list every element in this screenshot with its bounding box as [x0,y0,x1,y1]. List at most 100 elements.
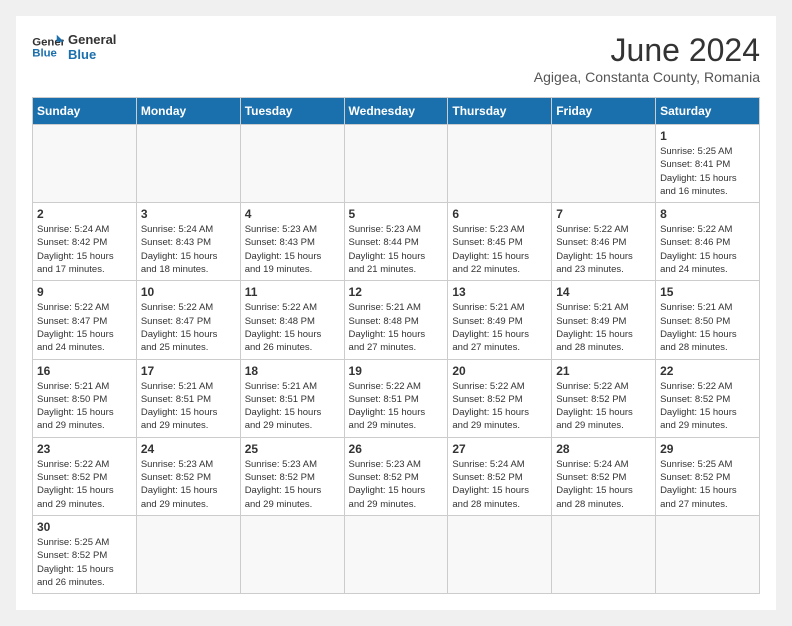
day-info: Sunrise: 5:24 AM Sunset: 8:43 PM Dayligh… [141,223,236,276]
calendar-cell: 20Sunrise: 5:22 AM Sunset: 8:52 PM Dayli… [448,359,552,437]
week-row-0: 1Sunrise: 5:25 AM Sunset: 8:41 PM Daylig… [33,125,760,203]
day-info: Sunrise: 5:25 AM Sunset: 8:52 PM Dayligh… [660,458,755,511]
calendar-cell: 6Sunrise: 5:23 AM Sunset: 8:45 PM Daylig… [448,203,552,281]
weekday-header-tuesday: Tuesday [240,98,344,125]
calendar-cell: 9Sunrise: 5:22 AM Sunset: 8:47 PM Daylig… [33,281,137,359]
day-number: 24 [141,442,236,456]
day-info: Sunrise: 5:21 AM Sunset: 8:51 PM Dayligh… [141,380,236,433]
header: General Blue General Blue June 2024 Agig… [32,32,760,85]
calendar-cell: 25 Sunrise: 5:23 AM Sunset: 8:52 PM Dayli… [240,437,344,515]
day-info: Sunrise: 5:21 AM Sunset: 8:49 PM Dayligh… [556,301,651,354]
calendar-cell: 1Sunrise: 5:25 AM Sunset: 8:41 PM Daylig… [656,125,760,203]
location-subtitle: Agigea, Constanta County, Romania [534,69,760,85]
calendar-cell: 22Sunrise: 5:22 AM Sunset: 8:52 PM Dayli… [656,359,760,437]
calendar-cell [656,515,760,593]
week-row-2: 9Sunrise: 5:22 AM Sunset: 8:47 PM Daylig… [33,281,760,359]
logo: General Blue General Blue [32,32,116,62]
day-info: Sunrise: 5:23 AM Sunset: 8:44 PM Dayligh… [349,223,444,276]
calendar-cell [448,515,552,593]
calendar-cell [448,125,552,203]
calendar-cell: 28 Sunrise: 5:24 AM Sunset: 8:52 PM Dayli… [552,437,656,515]
title-block: June 2024 Agigea, Constanta County, Roma… [534,32,760,85]
calendar-cell: 21Sunrise: 5:22 AM Sunset: 8:52 PM Dayli… [552,359,656,437]
day-info: Sunrise: 5:21 AM Sunset: 8:50 PM Dayligh… [37,380,132,433]
day-number: 16 [37,364,132,378]
day-info: Sunrise: 5:22 AM Sunset: 8:52 PM Dayligh… [452,380,547,433]
day-info: Sunrise: 5:22 AM Sunset: 8:47 PM Dayligh… [37,301,132,354]
day-number: 2 [37,207,132,221]
calendar-cell: 23 Sunrise: 5:22 AM Sunset: 8:52 PM Dayli… [33,437,137,515]
calendar-cell: 26Sunrise: 5:23 AM Sunset: 8:52 PM Dayli… [344,437,448,515]
day-number: 1 [660,129,755,143]
week-row-1: 2 Sunrise: 5:24 AM Sunset: 8:42 PM Daylig… [33,203,760,281]
calendar-cell: 17Sunrise: 5:21 AM Sunset: 8:51 PM Dayli… [136,359,240,437]
calendar-cell: 10Sunrise: 5:22 AM Sunset: 8:47 PM Dayli… [136,281,240,359]
month-title: June 2024 [534,32,760,69]
calendar-cell [136,515,240,593]
week-row-5: 30 Sunrise: 5:25 AM Sunset: 8:52 PM Dayli… [33,515,760,593]
day-number: 6 [452,207,547,221]
calendar-cell: 8Sunrise: 5:22 AM Sunset: 8:46 PM Daylig… [656,203,760,281]
calendar-cell: 16 Sunrise: 5:21 AM Sunset: 8:50 PM Dayli… [33,359,137,437]
calendar-cell [344,515,448,593]
weekday-header-row: SundayMondayTuesdayWednesdayThursdayFrid… [33,98,760,125]
weekday-header-sunday: Sunday [33,98,137,125]
calendar-cell [240,515,344,593]
weekday-header-thursday: Thursday [448,98,552,125]
day-info: Sunrise: 5:25 AM Sunset: 8:52 PM Dayligh… [37,536,132,589]
svg-text:Blue: Blue [32,48,57,60]
day-info: Sunrise: 5:22 AM Sunset: 8:48 PM Dayligh… [245,301,340,354]
calendar-page: General Blue General Blue June 2024 Agig… [16,16,776,610]
calendar-cell: 12 Sunrise: 5:21 AM Sunset: 8:48 PM Dayli… [344,281,448,359]
calendar-cell: 5 Sunrise: 5:23 AM Sunset: 8:44 PM Daylig… [344,203,448,281]
calendar-cell [552,515,656,593]
weekday-header-monday: Monday [136,98,240,125]
logo-general: General [68,32,116,47]
calendar-cell [344,125,448,203]
calendar-cell: 7Sunrise: 5:22 AM Sunset: 8:46 PM Daylig… [552,203,656,281]
day-info: Sunrise: 5:23 AM Sunset: 8:52 PM Dayligh… [349,458,444,511]
day-info: Sunrise: 5:22 AM Sunset: 8:52 PM Dayligh… [660,380,755,433]
calendar-cell [33,125,137,203]
day-info: Sunrise: 5:21 AM Sunset: 8:49 PM Dayligh… [452,301,547,354]
day-number: 18 [245,364,340,378]
day-number: 14 [556,285,651,299]
day-info: Sunrise: 5:22 AM Sunset: 8:51 PM Dayligh… [349,380,444,433]
day-number: 23 [37,442,132,456]
calendar-cell: 13 Sunrise: 5:21 AM Sunset: 8:49 PM Dayli… [448,281,552,359]
calendar-cell: 3Sunrise: 5:24 AM Sunset: 8:43 PM Daylig… [136,203,240,281]
day-info: Sunrise: 5:24 AM Sunset: 8:42 PM Dayligh… [37,223,132,276]
day-number: 25 [245,442,340,456]
day-info: Sunrise: 5:24 AM Sunset: 8:52 PM Dayligh… [556,458,651,511]
day-number: 8 [660,207,755,221]
calendar-cell: 29Sunrise: 5:25 AM Sunset: 8:52 PM Dayli… [656,437,760,515]
day-info: Sunrise: 5:21 AM Sunset: 8:48 PM Dayligh… [349,301,444,354]
calendar-cell: 14 Sunrise: 5:21 AM Sunset: 8:49 PM Dayli… [552,281,656,359]
calendar-cell [136,125,240,203]
weekday-header-friday: Friday [552,98,656,125]
calendar-table: SundayMondayTuesdayWednesdayThursdayFrid… [32,97,760,594]
day-number: 11 [245,285,340,299]
logo-blue: Blue [68,47,116,62]
day-number: 13 [452,285,547,299]
day-number: 30 [37,520,132,534]
week-row-4: 23 Sunrise: 5:22 AM Sunset: 8:52 PM Dayli… [33,437,760,515]
day-number: 10 [141,285,236,299]
day-info: Sunrise: 5:22 AM Sunset: 8:46 PM Dayligh… [556,223,651,276]
calendar-cell [552,125,656,203]
day-info: Sunrise: 5:21 AM Sunset: 8:51 PM Dayligh… [245,380,340,433]
day-info: Sunrise: 5:22 AM Sunset: 8:52 PM Dayligh… [37,458,132,511]
day-number: 12 [349,285,444,299]
day-number: 21 [556,364,651,378]
day-number: 5 [349,207,444,221]
calendar-cell: 18 Sunrise: 5:21 AM Sunset: 8:51 PM Dayli… [240,359,344,437]
weekday-header-saturday: Saturday [656,98,760,125]
calendar-cell: 27Sunrise: 5:24 AM Sunset: 8:52 PM Dayli… [448,437,552,515]
day-info: Sunrise: 5:23 AM Sunset: 8:52 PM Dayligh… [141,458,236,511]
calendar-cell: 11 Sunrise: 5:22 AM Sunset: 8:48 PM Dayli… [240,281,344,359]
calendar-cell: 15Sunrise: 5:21 AM Sunset: 8:50 PM Dayli… [656,281,760,359]
day-info: Sunrise: 5:23 AM Sunset: 8:52 PM Dayligh… [245,458,340,511]
calendar-cell: 30 Sunrise: 5:25 AM Sunset: 8:52 PM Dayli… [33,515,137,593]
day-number: 28 [556,442,651,456]
day-number: 19 [349,364,444,378]
